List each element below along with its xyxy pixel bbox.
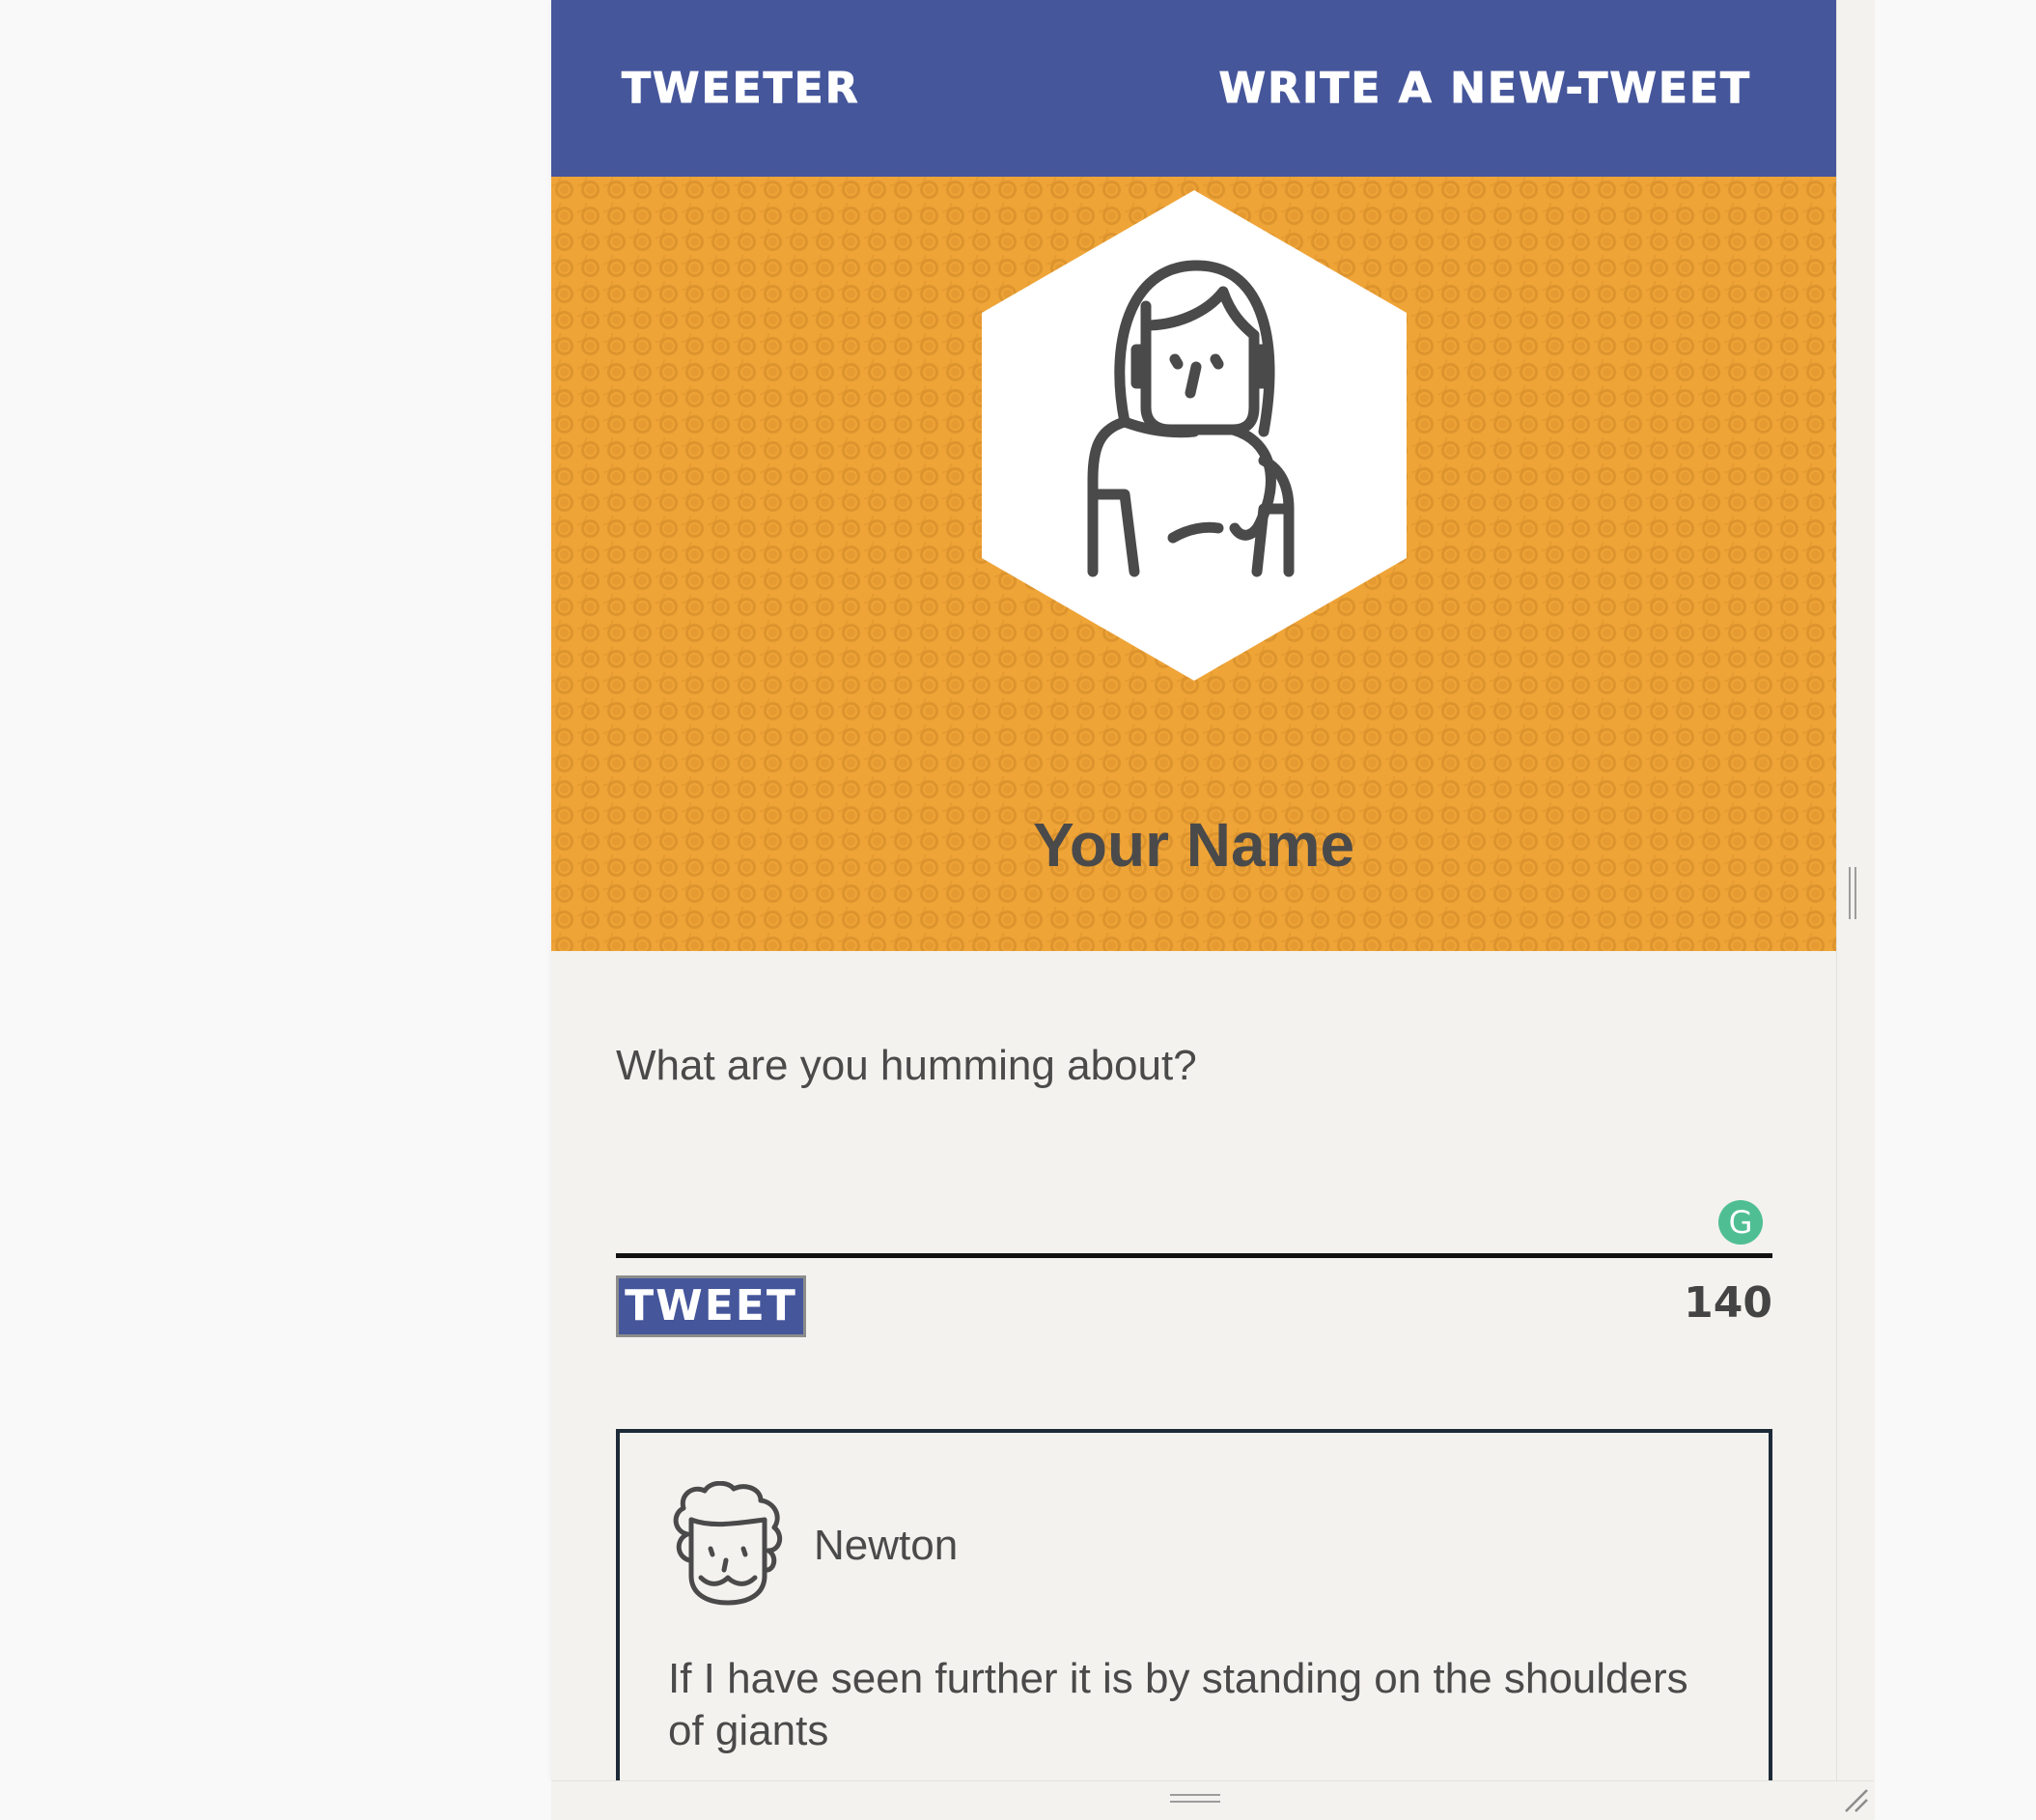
tweet-button[interactable]: Tweet xyxy=(616,1275,806,1337)
tweet-text-input[interactable] xyxy=(616,1023,1772,1258)
tweet-text: If I have seen further it is by standing… xyxy=(668,1655,1688,1754)
profile-avatar xyxy=(982,190,1407,681)
vertical-resize-handle[interactable] xyxy=(1849,867,1858,919)
character-counter: 140 xyxy=(1684,1278,1772,1328)
write-new-tweet-link[interactable]: Write a new-tweet xyxy=(1218,67,1751,110)
top-nav: Tweeter Write a new-tweet xyxy=(551,0,1836,177)
horizontal-resize-handle[interactable] xyxy=(1170,1794,1220,1806)
profile-name: Your Name xyxy=(1032,810,1355,880)
man-avatar-icon xyxy=(673,1481,783,1606)
browser-viewport-frame: Tweeter Write a new-tweet xyxy=(551,0,1875,1820)
grammarly-icon[interactable]: G xyxy=(1718,1200,1763,1245)
profile-banner: Your Name xyxy=(551,177,1836,951)
composer-wrap xyxy=(616,1023,1772,1258)
tweet-card: Newton If I have seen further it is by s… xyxy=(616,1429,1772,1780)
resize-corner-icon[interactable] xyxy=(1842,1786,1869,1813)
nav-logo[interactable]: Tweeter xyxy=(622,67,860,110)
tweet-author: Newton xyxy=(814,1522,959,1569)
page-viewport: Tweeter Write a new-tweet xyxy=(551,0,1836,1780)
